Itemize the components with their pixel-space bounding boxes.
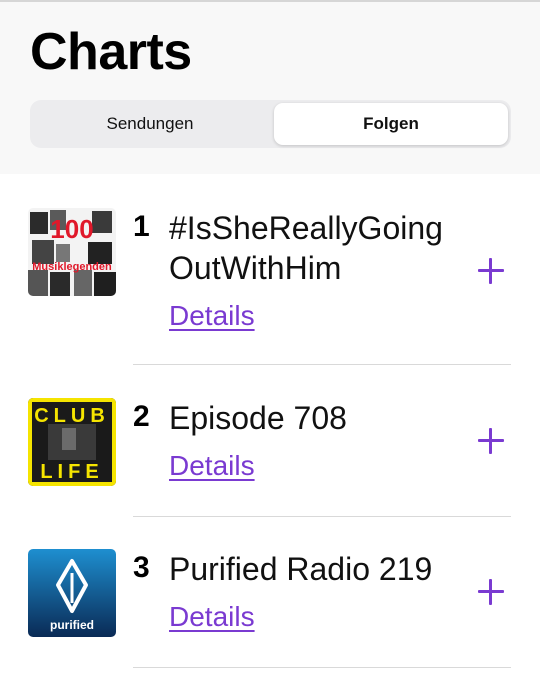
- rank-number: 2: [133, 400, 150, 433]
- artwork-caption: purified: [50, 618, 94, 632]
- divider: [133, 516, 511, 517]
- divider: [133, 364, 511, 365]
- artwork-caption: CLUB: [34, 405, 110, 427]
- details-link[interactable]: Details: [169, 601, 255, 633]
- rank-number: 3: [133, 551, 150, 584]
- segment-folgen[interactable]: Folgen: [274, 103, 508, 145]
- episode-title-line: Episode 708: [169, 400, 347, 436]
- details-link[interactable]: Details: [169, 300, 255, 332]
- add-icon[interactable]: [478, 579, 504, 605]
- episode-title: Purified Radio 219: [169, 549, 469, 589]
- artwork-caption: Musiklegenden: [32, 261, 112, 273]
- add-icon[interactable]: [478, 258, 504, 284]
- artwork-number: 100: [50, 214, 93, 244]
- episode-title: #IsSheReallyGoing OutWithHim: [169, 208, 469, 288]
- segmented-control: Sendungen Folgen: [30, 100, 511, 148]
- episode-title-line: #IsSheReallyGoing: [169, 210, 443, 246]
- episode-artwork: purified: [28, 549, 116, 637]
- episode-artwork: 100 Musiklegenden: [28, 208, 116, 296]
- episode-title-line: Purified Radio 219: [169, 551, 433, 587]
- list-item[interactable]: CLUB LIFE 2 Episode 708 Details: [0, 398, 540, 548]
- list-item[interactable]: 100 Musiklegenden 1 #IsSheReallyGoing Ou…: [0, 200, 540, 365]
- add-icon[interactable]: [478, 428, 504, 454]
- page-title: Charts: [30, 23, 192, 81]
- artwork-caption: LIFE: [40, 461, 103, 483]
- episode-artwork: CLUB LIFE: [28, 398, 116, 486]
- rank-number: 1: [133, 210, 150, 243]
- list-item[interactable]: purified 3 Purified Radio 219 Details: [0, 549, 540, 675]
- episode-title-line: OutWithHim: [169, 250, 342, 286]
- divider: [133, 667, 511, 668]
- episode-title: Episode 708: [169, 398, 469, 438]
- header: Charts Sendungen Folgen: [0, 2, 540, 174]
- segment-sendungen[interactable]: Sendungen: [33, 103, 267, 145]
- details-link[interactable]: Details: [169, 450, 255, 482]
